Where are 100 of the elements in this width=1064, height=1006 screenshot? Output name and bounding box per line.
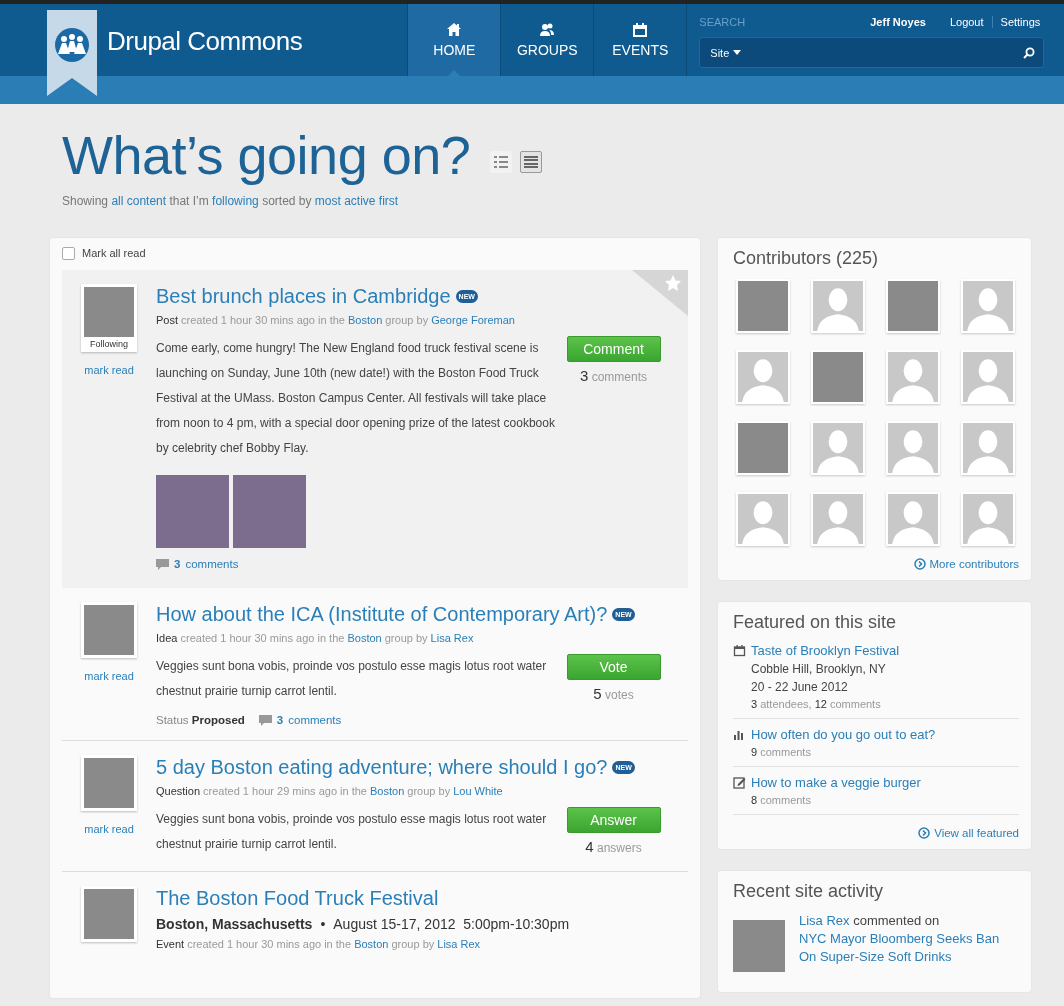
section-title: Recent site activity	[733, 881, 885, 902]
home-icon	[446, 22, 463, 37]
more-link[interactable]: More contributors	[913, 558, 1019, 570]
avatar-silhouette-icon	[888, 352, 938, 402]
post-meta: Question created 1 hour 29 mins ago in the Boston group by Lou White	[156, 785, 504, 797]
avatar-photo-placeholder	[84, 758, 134, 808]
header-link[interactable]: Settings	[991, 16, 1041, 28]
avatar-photo-placeholder	[84, 287, 134, 337]
filter-summary: Showing all content that I’m following sorted by most active first	[62, 194, 400, 208]
avatar-photo-placeholder	[738, 423, 788, 473]
link[interactable]: all content	[111, 194, 167, 208]
list-icon	[523, 154, 540, 170]
logo-icon	[47, 10, 97, 96]
featured-stats: 8 comments	[751, 794, 812, 806]
search-field[interactable]: Site	[699, 37, 1045, 68]
link[interactable]: following	[212, 194, 259, 208]
link[interactable]: Boston	[370, 785, 405, 797]
search-icon	[1023, 46, 1036, 59]
avatar-silhouette-icon	[963, 352, 1013, 402]
comments-link[interactable]: 3 comments	[258, 714, 342, 726]
search-label: SEARCH	[699, 16, 746, 28]
link[interactable]: Lou White	[453, 785, 503, 797]
section-title: Featured on this site	[733, 612, 898, 633]
featured-link[interactable]: How often do you go out to eat?	[751, 727, 936, 742]
featured-link[interactable]: How to make a veggie burger	[751, 775, 921, 790]
post-title-link[interactable]: How about the ICA (Institute of Contemporary Art)?	[156, 602, 608, 626]
mark-read-link[interactable]: mark read	[84, 364, 134, 376]
caret-icon	[733, 50, 742, 55]
post-body: Come early, come hungry! The New England food truck festival scene is launching on Sunday, June 10th (new date!) with the Boston Food Truck Festival at the UMass. Boston Campus Center. All festivals will take place from noon to 4 pm, with a special door opening prize of the latest cookbook by celebrity chef Bobby Flay.	[156, 340, 556, 457]
featured-stats: 3 attendees, 12 comments	[751, 698, 882, 710]
scope-dropdown[interactable]: Site	[710, 46, 742, 59]
action-button[interactable]: Vote	[566, 654, 661, 680]
post-body: Veggies sunt bona vobis, proinde vos postulo esse magis lotus root water chestnut prairie turnip carrot lentil.	[156, 658, 548, 700]
action-button[interactable]: Comment	[566, 336, 661, 362]
avatar-silhouette-icon	[963, 281, 1013, 331]
mark-read-link[interactable]: mark read	[84, 823, 134, 835]
post-meta: Event created 1 hour 30 mins ago in the Boston group by Lisa Rex	[156, 938, 482, 950]
post-title-link[interactable]: Best brunch places in Cambridge	[156, 284, 451, 308]
activity-text: Lisa Rex commented on NYC Mayor Bloomberg Seeks Ban On Super-Size Soft Drinks	[799, 912, 1019, 972]
bullet: •	[320, 916, 326, 932]
status-text: Status Proposed	[156, 714, 245, 726]
link[interactable]: Boston	[347, 632, 382, 644]
featured-detail: Cobble Hill, Brooklyn, NY	[751, 662, 887, 676]
avatar-silhouette-icon	[813, 494, 863, 544]
following-label: Following	[90, 339, 128, 349]
post-title-link[interactable]: The Boston Food Truck Festival	[156, 886, 439, 910]
featured-detail: 20 - 22 June 2012	[751, 680, 849, 694]
avatar-silhouette-icon	[888, 494, 938, 544]
speech-bubble-icon	[258, 714, 272, 726]
checkbox[interactable]	[62, 246, 75, 260]
featured-stats: 9 comments	[751, 746, 812, 758]
avatar-photo-placeholder	[84, 605, 134, 655]
event-location: Boston, Massachusetts	[156, 916, 313, 932]
featured-link[interactable]: Taste of Brooklyn Festival	[751, 643, 900, 658]
post-meta: Post created 1 hour 30 mins ago in the Boston group by George Foreman	[156, 314, 516, 326]
section-title: Contributors (225)	[733, 248, 880, 269]
event-date: August 15-17, 2012 5:00pm-10:30pm	[333, 916, 570, 932]
list-icon	[493, 154, 510, 170]
link[interactable]: Boston	[354, 938, 389, 950]
action-button[interactable]: Answer	[566, 807, 661, 833]
nav-tab[interactable]: HOME	[407, 4, 501, 76]
link[interactable]: Lisa Rex	[430, 632, 474, 644]
link[interactable]: NYC Mayor Bloomberg Seeks Ban On Super-Size Soft Drinks	[799, 930, 1019, 966]
avatar-photo-placeholder	[813, 352, 863, 402]
edit-icon	[733, 776, 746, 789]
link[interactable]: most active first	[314, 194, 399, 208]
calendar-icon	[733, 644, 746, 657]
view-toggle[interactable]	[490, 151, 513, 173]
post-body: Veggies sunt bona vobis, proinde vos postulo esse magis lotus root water chestnut prairie turnip carrot lentil.	[156, 811, 548, 853]
people-icon	[539, 22, 556, 37]
checkbox-label: Mark all read	[82, 247, 146, 259]
count-text: 3 comments	[580, 367, 647, 384]
search-button[interactable]	[1023, 46, 1036, 59]
count-text: 4 answers	[585, 838, 642, 855]
more-link[interactable]: View all featured	[918, 827, 1019, 839]
link[interactable]: Boston	[348, 314, 383, 326]
link[interactable]: Lisa Rex	[437, 938, 481, 950]
avatar-silhouette-icon	[813, 423, 863, 473]
calendar-icon	[632, 22, 649, 37]
avatar-silhouette-icon	[738, 494, 788, 544]
link[interactable]: George Foreman	[431, 314, 515, 326]
view-toggle[interactable]	[520, 151, 543, 173]
link[interactable]: Lisa Rex	[799, 913, 850, 928]
user-name-link[interactable]: Jeff Noyes	[870, 16, 926, 28]
avatar-silhouette-icon	[738, 352, 788, 402]
speech-bubble-icon	[156, 558, 169, 570]
avatar-photo-placeholder	[84, 889, 134, 939]
page-title: What’s going on?	[62, 124, 471, 186]
count-text: 5 votes	[593, 685, 634, 702]
site-name[interactable]: Drupal Commons	[107, 26, 303, 58]
header-link[interactable]: Logout	[941, 16, 992, 28]
avatar-photo-placeholder	[888, 281, 938, 331]
avatar-photo-placeholder	[733, 920, 785, 972]
bar-chart-icon	[733, 728, 746, 741]
post-title-link[interactable]: 5 day Boston eating adventure; where should I go?	[156, 755, 608, 779]
mark-read-link[interactable]: mark read	[84, 670, 134, 682]
avatar-photo-placeholder	[738, 281, 788, 331]
avatar-silhouette-icon	[888, 423, 938, 473]
avatar-silhouette-icon	[963, 494, 1013, 544]
comments-link[interactable]: 3 comments	[156, 558, 239, 570]
